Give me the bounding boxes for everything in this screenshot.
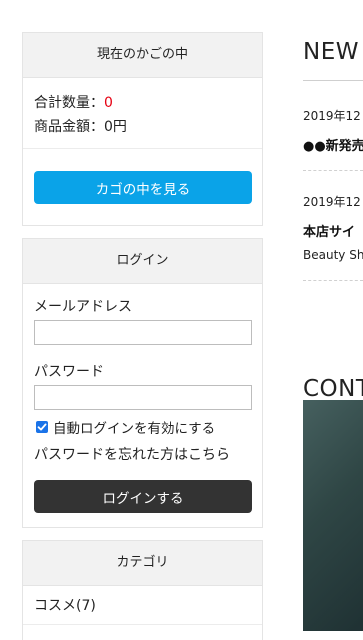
forgot-password-link[interactable]: パスワードを忘れた方はこちら: [34, 444, 230, 464]
cart-amount-value: 0円: [104, 119, 127, 135]
news-headline[interactable]: 本店サイ: [303, 221, 355, 240]
news-heading: NEW: [303, 39, 359, 65]
view-cart-button[interactable]: カゴの中を見る: [34, 171, 252, 204]
cart-amount: 商品金額：0円: [34, 116, 127, 136]
email-label: メールアドレス: [34, 299, 132, 315]
auto-login-label: 自動ログインを有効にする: [53, 421, 216, 437]
cart-title: 現在のかごの中: [23, 33, 262, 78]
cart-quantity-label: 合計数量：: [34, 95, 104, 111]
cart-panel: 現在のかごの中 合計数量：0 商品金額：0円 カゴの中を見る: [22, 32, 263, 226]
news-date: 2019年12: [303, 109, 361, 123]
login-title: ログイン: [23, 239, 262, 284]
category-title: カテゴリ: [23, 541, 262, 586]
login-panel: ログイン メールアドレス パスワード 自動ログインを有効にする パスワードを忘れ…: [22, 238, 263, 528]
divider: [23, 624, 262, 625]
auto-login-option[interactable]: 自動ログインを有効にする: [36, 417, 215, 437]
checkmark-icon: [37, 423, 47, 431]
contents-heading: CONT: [303, 376, 363, 402]
divider: [23, 148, 262, 149]
cart-amount-label: 商品金額：: [34, 119, 104, 135]
divider: [303, 280, 363, 281]
divider: [303, 80, 363, 81]
cart-quantity-value: 0: [104, 95, 113, 111]
contents-banner-image[interactable]: [303, 400, 363, 631]
auto-login-checkbox[interactable]: [36, 421, 48, 433]
category-panel: カテゴリ コスメ(7): [22, 540, 263, 640]
news-body: Beauty Sh: [303, 248, 363, 262]
email-field[interactable]: [34, 320, 252, 345]
news-date: 2019年12: [303, 195, 361, 209]
cart-quantity: 合計数量：0: [34, 92, 113, 112]
news-headline[interactable]: ●●新発売: [303, 135, 363, 154]
password-field[interactable]: [34, 385, 252, 410]
category-item-cosme[interactable]: コスメ(7): [34, 595, 96, 615]
divider: [303, 170, 363, 171]
login-button[interactable]: ログインする: [34, 480, 252, 513]
password-label: パスワード: [34, 364, 104, 380]
